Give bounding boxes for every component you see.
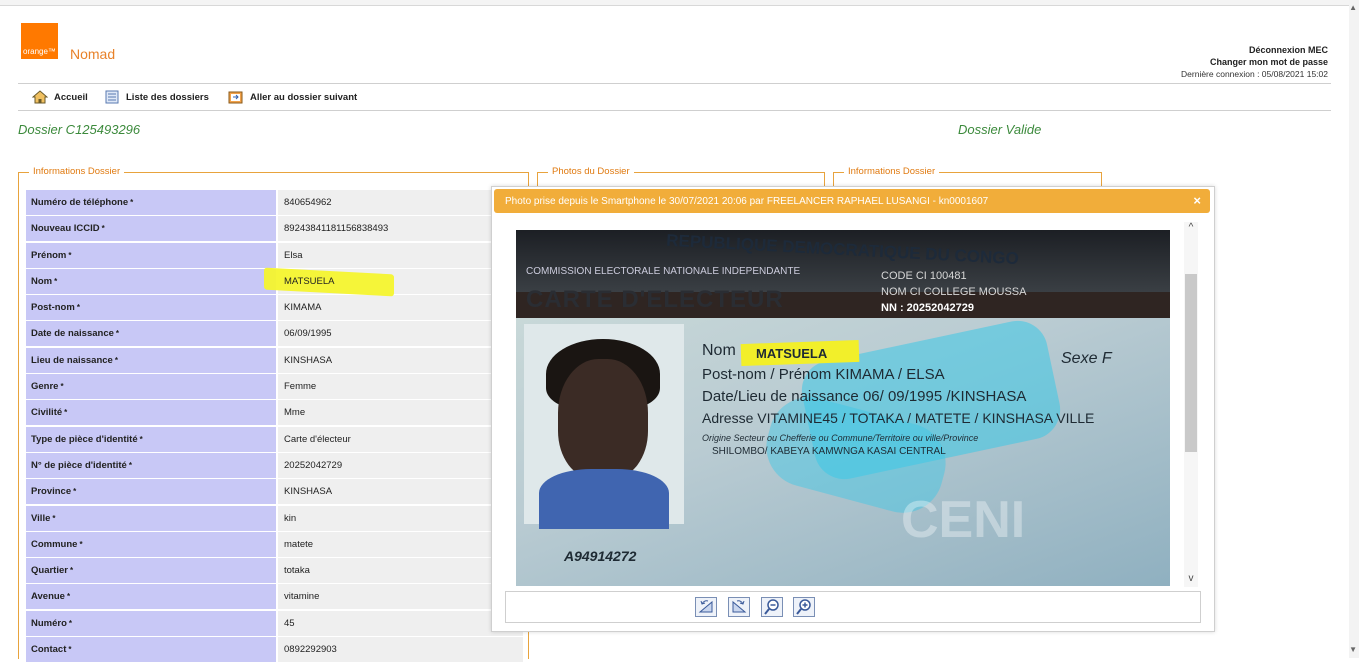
dossier-status: Dossier Valide: [958, 122, 1042, 137]
table-row: Province * KINSHASA: [26, 479, 523, 505]
browser-top-strip: [0, 0, 1359, 6]
photo-modal: Photo prise depuis le Smartphone le 30/0…: [491, 186, 1215, 632]
logout-link[interactable]: Déconnexion MEC: [1181, 44, 1328, 56]
table-row: Nouveau ICCID * 8924384118115683849​3: [26, 216, 523, 242]
last-login-text: Dernière connexion : 05/08/2021 15:02: [1181, 69, 1328, 79]
card-portrait: [524, 324, 684, 529]
modal-title: Photo prise depuis le Smartphone le 30/0…: [505, 195, 989, 207]
table-row: Post-nom * KIMAMA: [26, 295, 523, 321]
card-commission: COMMISSION ELECTORALE NATIONALE INDEPEND…: [526, 266, 801, 277]
modal-header: Photo prise depuis le Smartphone le 30/0…: [494, 189, 1210, 213]
table-row: Genre * Femme: [26, 374, 523, 400]
table-row: Numéro de téléphone * 840654962: [26, 190, 523, 215]
page-scrollbar[interactable]: ▲ ▼: [1349, 0, 1359, 658]
table-row: Nom * MATSUELA: [26, 267, 523, 297]
orange-logo[interactable]: orange™: [21, 23, 58, 59]
app-name: Nomad: [70, 46, 116, 62]
home-icon: [31, 90, 49, 104]
table-row: Commune * matete: [26, 531, 523, 557]
id-type-value: Carte d'électeur: [278, 426, 523, 452]
province-value: KINSHASA: [278, 479, 523, 505]
scroll-down-icon[interactable]: v: [1184, 573, 1198, 587]
rotate-right-icon[interactable]: [728, 597, 750, 617]
photos-legend: Photos du Dossier: [548, 166, 634, 177]
gender-value: Femme: [278, 374, 523, 400]
card-serial: A94914272: [564, 548, 637, 564]
info-table: Numéro de téléphone * 840654962 Nouveau IC…: [26, 190, 523, 663]
city-value: kin: [278, 505, 523, 531]
table-row: Ville * kin: [26, 505, 523, 531]
dossier-title: Dossier C125493296: [18, 122, 141, 137]
change-password-link[interactable]: Changer mon mot de passe: [1181, 56, 1328, 68]
avenue-value: vitamine: [278, 584, 523, 610]
civility-value: Mme: [278, 400, 523, 426]
nom-value: MATSUELA: [264, 267, 523, 297]
table-row: Quartier * totaka: [26, 558, 523, 584]
number-value: 45: [278, 610, 523, 636]
card-sexe: Sexe F: [1061, 350, 1112, 367]
table-row: Type de pièce d'identité * Carte d'électeu…: [26, 426, 523, 452]
table-row: Date de naissance * 06/09/1995: [26, 321, 523, 347]
next-folder-icon: [228, 90, 244, 104]
quarter-value: totaka: [278, 558, 523, 584]
phone-value: 840654962: [278, 190, 523, 215]
commune-value: matete: [278, 531, 523, 557]
contact-value: 0892292903: [278, 637, 523, 663]
table-row: Numéro * 45: [26, 610, 523, 636]
folder-list-icon: [104, 90, 120, 104]
zoom-out-icon[interactable]: [761, 597, 783, 617]
card-postnom: Post-nom / Prénom KIMAMA / ELSA: [702, 366, 945, 383]
id-card-photo: REPUBLIQUE DEMOCRATIQUE DU CONGO COMMISS…: [516, 230, 1170, 586]
card-adresse: Adresse VITAMINE45 / TOTAKA / MATETE / K…: [702, 410, 1095, 426]
account-panel: Déconnexion MEC Changer mon mot de passe…: [1181, 44, 1328, 80]
birthplace-value: KINSHASA: [278, 347, 523, 373]
scroll-up-arrow-icon[interactable]: ▲: [1349, 3, 1357, 12]
info-legend: Informations Dossier: [29, 166, 125, 177]
image-toolbar: [505, 591, 1201, 623]
card-date-lieu: Date/Lieu de naissance 06/ 09/1995 /KINS…: [702, 388, 1027, 405]
modal-scrollbar[interactable]: ^ v: [1184, 222, 1198, 587]
card-nom-label: Nom: [702, 342, 736, 359]
scroll-up-icon[interactable]: ^: [1184, 222, 1198, 236]
rotate-left-icon[interactable]: [695, 597, 717, 617]
table-row: Civilité * Mme: [26, 400, 523, 426]
prenom-value: Elsa: [278, 242, 523, 268]
birthdate-value: 06/09/1995: [278, 321, 523, 347]
nav-home[interactable]: Accueil: [31, 90, 88, 104]
zoom-in-icon[interactable]: [793, 597, 815, 617]
table-row: Avenue * vitamine: [26, 584, 523, 610]
card-nn: NN : 20252042729: [881, 302, 974, 314]
scroll-thumb[interactable]: [1185, 274, 1197, 452]
postnom-value: KIMAMA: [278, 295, 523, 321]
table-row: Contact * 0892292903: [26, 637, 523, 663]
close-icon[interactable]: ×: [1193, 193, 1201, 208]
nav-list-folders[interactable]: Liste des dossiers: [104, 90, 209, 104]
nav-next-folder[interactable]: Aller au dossier suivant: [228, 90, 357, 104]
info-legend-2: Informations Dossier: [844, 166, 940, 177]
card-nom-value: MATSUELA: [756, 346, 828, 361]
id-number-value: 20252042729: [278, 452, 523, 478]
card-code: CODE CI 100481: [881, 270, 967, 282]
iccid-value: 8924384118115683849​3: [278, 216, 523, 242]
card-origine-value: SHILOMBO/ KABEYA KAMWNGA KASAI CENTRAL: [712, 446, 946, 457]
card-origine: Origine Secteur ou Chefferie ou Commune/…: [702, 433, 979, 443]
scroll-down-arrow-icon[interactable]: ▼: [1349, 645, 1357, 654]
table-row: Prénom * Elsa: [26, 242, 523, 268]
table-row: N° de pièce d'identité * 20252042729: [26, 452, 523, 478]
card-ceni-watermark: CENI: [901, 491, 1026, 549]
card-title: CARTE D'ELECTEUR: [526, 286, 784, 313]
nav-bar: Accueil Liste des dossiers Aller au doss…: [18, 83, 1331, 111]
card-school: NOM CI COLLEGE MOUSSA: [881, 286, 1027, 298]
table-row: Lieu de naissance * KINSHASA: [26, 347, 523, 373]
